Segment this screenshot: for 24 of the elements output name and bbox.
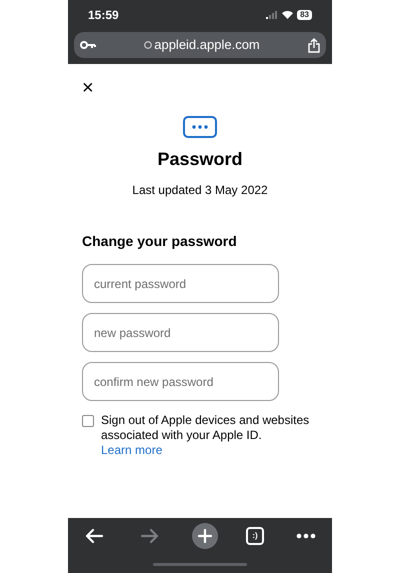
new-tab-button[interactable] bbox=[192, 523, 218, 549]
wifi-icon bbox=[282, 11, 294, 19]
plus-icon bbox=[198, 529, 212, 543]
password-field[interactable]: current password bbox=[82, 264, 279, 303]
signal-icon bbox=[266, 11, 278, 19]
share-icon[interactable] bbox=[308, 38, 320, 52]
last-updated: Last updated 3 May 2022 bbox=[132, 182, 268, 199]
info-icon bbox=[144, 41, 152, 49]
close-button[interactable]: × bbox=[82, 78, 94, 98]
password-icon bbox=[183, 116, 217, 138]
password-field[interactable]: confirm new password bbox=[82, 362, 279, 401]
url-text: appleid.apple.com bbox=[154, 36, 260, 54]
status-time: 15:59 bbox=[88, 7, 119, 24]
page-title: Password bbox=[157, 148, 243, 171]
section-title: Change your password bbox=[82, 232, 238, 251]
learn-more-link[interactable]: Learn more bbox=[101, 443, 162, 457]
tabs-button[interactable]: :) bbox=[246, 527, 264, 545]
more-icon bbox=[296, 533, 316, 539]
password-field[interactable]: new password bbox=[82, 313, 279, 352]
address-bar[interactable]: appleid.apple.com bbox=[74, 32, 326, 58]
key-icon[interactable] bbox=[80, 41, 96, 49]
sign-out-label: Sign out of Apple devices and websites associated with your Apple ID. Learn more bbox=[101, 413, 310, 458]
sign-out-checkbox[interactable] bbox=[82, 415, 94, 427]
battery-indicator: 83 bbox=[297, 10, 312, 20]
